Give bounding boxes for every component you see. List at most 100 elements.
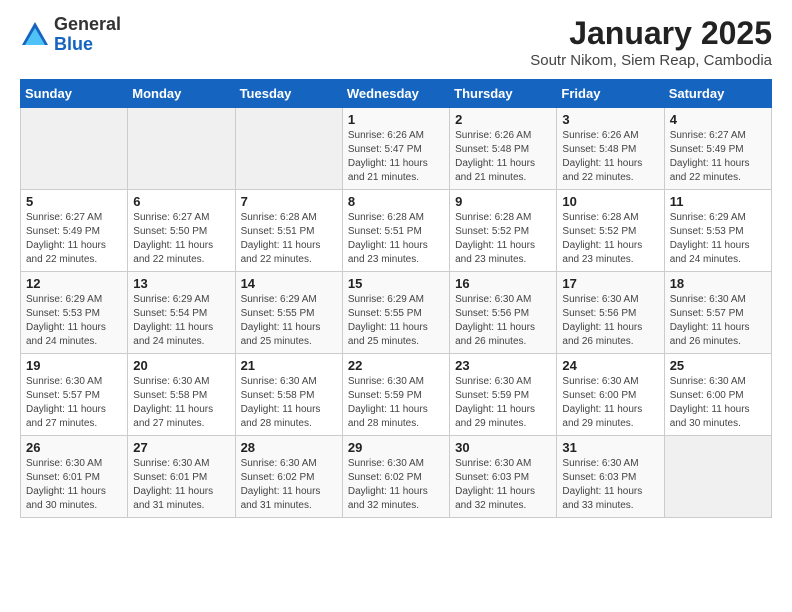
day-info: Sunrise: 6:27 AM Sunset: 5:50 PM Dayligh… [133, 211, 229, 267]
calendar-container: General Blue January 2025 Soutr Nikom, S… [0, 0, 792, 533]
day-number: 27 [133, 440, 229, 455]
day-number: 6 [133, 194, 229, 209]
day-number: 15 [348, 276, 444, 291]
day-info: Sunrise: 6:29 AM Sunset: 5:55 PM Dayligh… [348, 293, 444, 349]
day-info: Sunrise: 6:30 AM Sunset: 6:01 PM Dayligh… [133, 457, 229, 513]
calendar-cell: 14Sunrise: 6:29 AM Sunset: 5:55 PM Dayli… [235, 272, 342, 354]
calendar-cell: 4Sunrise: 6:27 AM Sunset: 5:49 PM Daylig… [664, 108, 771, 190]
day-number: 24 [562, 358, 658, 373]
day-number: 4 [670, 112, 766, 127]
day-number: 8 [348, 194, 444, 209]
calendar-week-row: 26 Sunrise: 6:30 AM Sunset: 6:01 PM Dayli… [21, 436, 772, 518]
calendar-cell: 5Sunrise: 6:27 AM Sunset: 5:49 PM Daylig… [21, 190, 128, 272]
day-info: Sunrise: 6:30 AM Sunset: 5:59 PM Dayligh… [455, 375, 551, 431]
calendar-cell: 15 Sunrise: 6:29 AM Sunset: 5:55 PM Dayli… [342, 272, 449, 354]
calendar-cell: 11 Sunrise: 6:29 AM Sunset: 5:53 PM Dayli… [664, 190, 771, 272]
day-number: 14 [241, 276, 337, 291]
day-number: 2 [455, 112, 551, 127]
calendar-cell: 13Sunrise: 6:29 AM Sunset: 5:54 PM Dayli… [128, 272, 235, 354]
day-info: Sunrise: 6:30 AM Sunset: 6:00 PM Dayligh… [562, 375, 658, 431]
day-number: 30 [455, 440, 551, 455]
calendar-cell [128, 108, 235, 190]
calendar-cell: 18Sunrise: 6:30 AM Sunset: 5:57 PM Dayli… [664, 272, 771, 354]
calendar-cell: 12 Sunrise: 6:29 AM Sunset: 5:53 PM Dayli… [21, 272, 128, 354]
day-number: 20 [133, 358, 229, 373]
calendar-cell: 8 Sunrise: 6:28 AM Sunset: 5:51 PM Daylig… [342, 190, 449, 272]
day-info: Sunrise: 6:26 AM Sunset: 5:48 PM Dayligh… [562, 129, 658, 185]
day-number: 19 [26, 358, 122, 373]
logo-text: General Blue [54, 15, 121, 55]
calendar-week-row: 5Sunrise: 6:27 AM Sunset: 5:49 PM Daylig… [21, 190, 772, 272]
calendar-cell: 17 Sunrise: 6:30 AM Sunset: 5:56 PM Dayli… [557, 272, 664, 354]
day-number: 25 [670, 358, 766, 373]
calendar-cell: 20 Sunrise: 6:30 AM Sunset: 5:58 PM Dayli… [128, 354, 235, 436]
calendar-cell: 21 Sunrise: 6:30 AM Sunset: 5:58 PM Dayli… [235, 354, 342, 436]
weekday-header: Monday [128, 80, 235, 108]
logo: General Blue [20, 15, 121, 55]
logo-icon [20, 20, 50, 50]
day-number: 11 [670, 194, 766, 209]
weekday-header: Tuesday [235, 80, 342, 108]
day-info: Sunrise: 6:30 AM Sunset: 6:02 PM Dayligh… [348, 457, 444, 513]
day-info: Sunrise: 6:26 AM Sunset: 5:47 PM Dayligh… [348, 129, 444, 185]
calendar-cell: 27 Sunrise: 6:30 AM Sunset: 6:01 PM Dayli… [128, 436, 235, 518]
weekday-header-row: SundayMondayTuesdayWednesdayThursdayFrid… [21, 80, 772, 108]
calendar-cell [235, 108, 342, 190]
calendar-cell: 2Sunrise: 6:26 AM Sunset: 5:48 PM Daylig… [450, 108, 557, 190]
day-info: Sunrise: 6:30 AM Sunset: 5:56 PM Dayligh… [562, 293, 658, 349]
calendar-cell: 3 Sunrise: 6:26 AM Sunset: 5:48 PM Daylig… [557, 108, 664, 190]
day-info: Sunrise: 6:30 AM Sunset: 5:57 PM Dayligh… [26, 375, 122, 431]
day-info: Sunrise: 6:29 AM Sunset: 5:53 PM Dayligh… [26, 293, 122, 349]
calendar-cell: 31Sunrise: 6:30 AM Sunset: 6:03 PM Dayli… [557, 436, 664, 518]
day-info: Sunrise: 6:27 AM Sunset: 5:49 PM Dayligh… [26, 211, 122, 267]
calendar-cell: 22Sunrise: 6:30 AM Sunset: 5:59 PM Dayli… [342, 354, 449, 436]
calendar-week-row: 19 Sunrise: 6:30 AM Sunset: 5:57 PM Dayli… [21, 354, 772, 436]
day-number: 7 [241, 194, 337, 209]
day-number: 17 [562, 276, 658, 291]
calendar-cell: 28Sunrise: 6:30 AM Sunset: 6:02 PM Dayli… [235, 436, 342, 518]
weekday-header: Thursday [450, 80, 557, 108]
calendar-cell: 1 Sunrise: 6:26 AM Sunset: 5:47 PM Daylig… [342, 108, 449, 190]
day-info: Sunrise: 6:30 AM Sunset: 5:58 PM Dayligh… [241, 375, 337, 431]
calendar-cell: 9 Sunrise: 6:28 AM Sunset: 5:52 PM Daylig… [450, 190, 557, 272]
day-info: Sunrise: 6:30 AM Sunset: 5:58 PM Dayligh… [133, 375, 229, 431]
day-info: Sunrise: 6:30 AM Sunset: 6:03 PM Dayligh… [562, 457, 658, 513]
day-info: Sunrise: 6:29 AM Sunset: 5:54 PM Dayligh… [133, 293, 229, 349]
day-number: 22 [348, 358, 444, 373]
header: General Blue January 2025 Soutr Nikom, S… [20, 15, 772, 69]
calendar-cell: 24 Sunrise: 6:30 AM Sunset: 6:00 PM Dayli… [557, 354, 664, 436]
day-number: 12 [26, 276, 122, 291]
day-number: 3 [562, 112, 658, 127]
day-info: Sunrise: 6:30 AM Sunset: 6:03 PM Dayligh… [455, 457, 551, 513]
day-number: 9 [455, 194, 551, 209]
calendar-week-row: 1 Sunrise: 6:26 AM Sunset: 5:47 PM Daylig… [21, 108, 772, 190]
weekday-header: Sunday [21, 80, 128, 108]
day-info: Sunrise: 6:30 AM Sunset: 5:56 PM Dayligh… [455, 293, 551, 349]
weekday-header: Friday [557, 80, 664, 108]
day-info: Sunrise: 6:28 AM Sunset: 5:52 PM Dayligh… [455, 211, 551, 267]
calendar-cell: 7Sunrise: 6:28 AM Sunset: 5:51 PM Daylig… [235, 190, 342, 272]
location: Soutr Nikom, Siem Reap, Cambodia [530, 52, 772, 69]
day-number: 21 [241, 358, 337, 373]
day-info: Sunrise: 6:30 AM Sunset: 6:02 PM Dayligh… [241, 457, 337, 513]
calendar-cell: 19 Sunrise: 6:30 AM Sunset: 5:57 PM Dayli… [21, 354, 128, 436]
day-number: 26 [26, 440, 122, 455]
title-block: January 2025 Soutr Nikom, Siem Reap, Cam… [530, 15, 772, 69]
day-info: Sunrise: 6:30 AM Sunset: 6:00 PM Dayligh… [670, 375, 766, 431]
calendar-cell: 25 Sunrise: 6:30 AM Sunset: 6:00 PM Dayli… [664, 354, 771, 436]
day-info: Sunrise: 6:28 AM Sunset: 5:52 PM Dayligh… [562, 211, 658, 267]
calendar-week-row: 12 Sunrise: 6:29 AM Sunset: 5:53 PM Dayli… [21, 272, 772, 354]
day-number: 23 [455, 358, 551, 373]
logo-general: General [54, 15, 121, 35]
day-number: 16 [455, 276, 551, 291]
calendar-cell: 30 Sunrise: 6:30 AM Sunset: 6:03 PM Dayli… [450, 436, 557, 518]
calendar-cell: 6 Sunrise: 6:27 AM Sunset: 5:50 PM Daylig… [128, 190, 235, 272]
day-number: 1 [348, 112, 444, 127]
day-info: Sunrise: 6:30 AM Sunset: 5:57 PM Dayligh… [670, 293, 766, 349]
calendar-cell: 29Sunrise: 6:30 AM Sunset: 6:02 PM Dayli… [342, 436, 449, 518]
day-info: Sunrise: 6:29 AM Sunset: 5:53 PM Dayligh… [670, 211, 766, 267]
day-info: Sunrise: 6:28 AM Sunset: 5:51 PM Dayligh… [348, 211, 444, 267]
day-number: 10 [562, 194, 658, 209]
day-info: Sunrise: 6:30 AM Sunset: 6:01 PM Dayligh… [26, 457, 122, 513]
weekday-header: Saturday [664, 80, 771, 108]
